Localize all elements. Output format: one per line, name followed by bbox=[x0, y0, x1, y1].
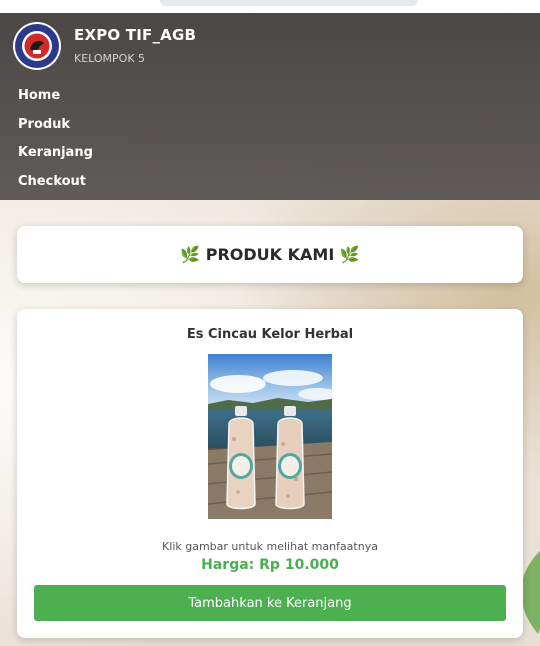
nav-item-keranjang[interactable]: Keranjang bbox=[18, 144, 93, 173]
nav-item-home[interactable]: Home bbox=[18, 87, 93, 116]
product-name: Es Cincau Kelor Herbal bbox=[186, 327, 354, 342]
section-title-card: 🌿 PRODUK KAMI 🌿 bbox=[17, 226, 523, 283]
image-hint: Klik gambar untuk melihat manfaatnya bbox=[162, 540, 378, 553]
main-nav: Home Produk Keranjang Checkout bbox=[18, 87, 93, 201]
product-card: Es Cincau Kelor Herbal Klik gambar untuk… bbox=[17, 309, 523, 638]
product-image[interactable] bbox=[208, 354, 332, 519]
nav-item-produk[interactable]: Produk bbox=[18, 116, 93, 145]
nav-item-checkout[interactable]: Checkout bbox=[18, 173, 93, 202]
site-title: EXPO TIF_AGB bbox=[74, 26, 197, 44]
university-logo[interactable] bbox=[12, 21, 62, 71]
section-title: 🌿 PRODUK KAMI 🌿 bbox=[180, 245, 360, 264]
product-price: Harga: Rp 10.000 bbox=[201, 557, 339, 573]
add-to-cart-button[interactable]: Tambahkan ke Keranjang bbox=[34, 585, 506, 621]
site-header: EXPO TIF_AGB KELOMPOK 5 Home Produk Kera… bbox=[0, 13, 540, 200]
address-bar[interactable] bbox=[160, 0, 418, 6]
site-subtitle: KELOMPOK 5 bbox=[74, 52, 146, 65]
browser-top-strip bbox=[0, 0, 540, 13]
